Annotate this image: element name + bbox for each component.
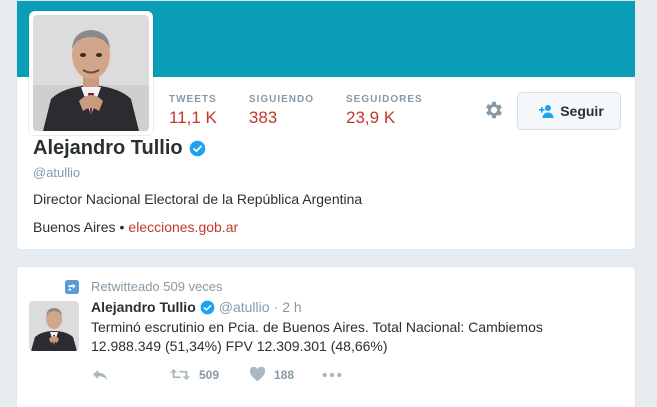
stat-value: 383 (248, 108, 278, 127)
retweet-context: Retwitteado 509 veces (65, 279, 223, 294)
profile-bio: Director Nacional Electoral de la Repúbl… (33, 191, 363, 207)
reply-button[interactable] (91, 367, 109, 382)
gear-icon[interactable] (483, 99, 505, 121)
tweet-header: Alejandro Tullio @atullio · 2 h (91, 299, 302, 315)
profile-name-row: Alejandro Tullio (33, 137, 206, 160)
retweet-button[interactable]: 509 (169, 367, 219, 382)
retweet-context-text: Retwitteado 509 veces (91, 279, 223, 294)
follow-label: Seguir (560, 103, 604, 119)
profile-avatar[interactable] (29, 11, 153, 135)
stat-label: SIGUIENDO (248, 94, 315, 105)
profile-card: TWEETS 11,1 K SIGUIENDO 383 SEGUIDORES 2… (16, 0, 636, 250)
profile-photo (33, 15, 149, 131)
profile-location: Buenos Aires (33, 219, 116, 235)
like-count: 188 (274, 367, 295, 382)
tweet-actions: 509 188 (91, 367, 342, 382)
retweet-icon (169, 369, 191, 380)
add-user-icon (539, 105, 554, 118)
stat-label: SEGUIDORES (346, 94, 423, 105)
tweet-separator: · (273, 299, 279, 315)
follow-button[interactable]: Seguir (517, 92, 621, 130)
profile-website-link[interactable]: elecciones.gob.ar (128, 219, 238, 235)
stat-value: 11,1 K (169, 108, 217, 127)
profile-name[interactable]: Alejandro Tullio (33, 137, 183, 160)
stat-following[interactable]: SIGUIENDO 383 (249, 94, 314, 128)
profile-meta: Buenos Aires • elecciones.gob.ar (33, 219, 238, 235)
meta-separator: • (119, 219, 125, 235)
more-options-button[interactable] (322, 372, 342, 378)
stat-label: TWEETS (169, 94, 217, 105)
tweet-avatar[interactable] (29, 301, 79, 351)
stat-value: 23,9 K (346, 108, 396, 127)
stat-tweets[interactable]: TWEETS 11,1 K (169, 94, 217, 128)
tweet-timestamp[interactable]: 2 h (282, 299, 301, 315)
heart-icon (249, 367, 266, 382)
retweet-count: 509 (199, 367, 220, 382)
reply-icon (92, 370, 108, 380)
tweet-text: Terminó escrutinio en Pcia. de Buenos Ai… (91, 319, 543, 354)
tweet-item[interactable]: Retwitteado 509 veces Alejandro Tullio @… (16, 266, 636, 407)
retweet-context-icon (65, 279, 79, 294)
profile-handle[interactable]: @atullio (33, 165, 80, 180)
profile-stats: TWEETS 11,1 K SIGUIENDO 383 SEGUIDORES 2… (169, 94, 455, 128)
verified-badge-icon (189, 140, 205, 157)
tweet-author-handle[interactable]: @atullio (219, 299, 270, 315)
tweet-author-name[interactable]: Alejandro Tullio (91, 299, 196, 315)
more-dots-icon (322, 372, 342, 377)
verified-badge-icon (200, 300, 215, 314)
like-button[interactable]: 188 (249, 367, 294, 382)
stat-followers[interactable]: SEGUIDORES 23,9 K (346, 94, 423, 128)
